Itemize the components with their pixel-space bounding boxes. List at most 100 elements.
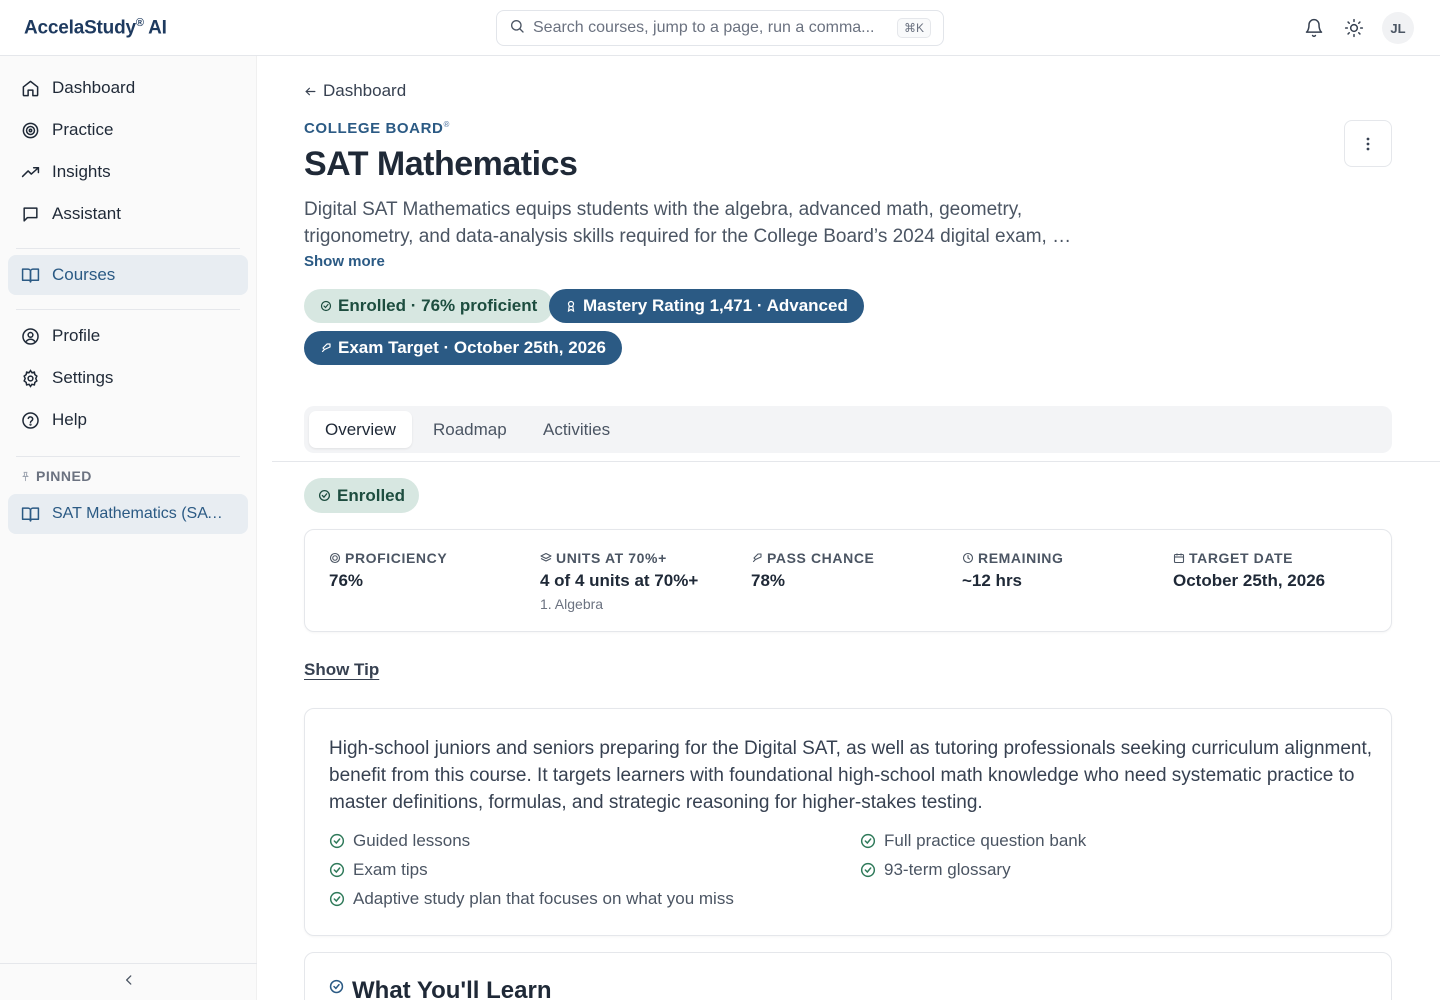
provider-mark: ®: [443, 120, 450, 129]
sidebar-collapse-button[interactable]: [0, 963, 257, 1000]
feature-label: Full practice question bank: [884, 831, 1087, 850]
enrollment-status-badge: Enrolled: [304, 478, 420, 513]
section-title: What You'll Learn: [329, 977, 552, 1000]
help-icon: [20, 410, 40, 430]
sidebar-item-label: Practice: [52, 120, 114, 139]
exam-target-badge: Exam Target · October 25th, 2026: [304, 331, 623, 365]
breadcrumb-back-link[interactable]: Dashboard: [304, 81, 406, 101]
sidebar-divider: [16, 456, 240, 457]
top-bar: AccelaStudy® AI Search courses, jump to …: [0, 0, 1440, 56]
sidebar-item-help[interactable]: Help: [8, 400, 248, 440]
stat-value: October 25th, 2026: [1173, 571, 1326, 590]
arrow-left-icon: [304, 85, 323, 98]
check-circle-icon: [329, 833, 345, 849]
feature-label: 93-term glossary: [884, 860, 1011, 879]
feature-label: Guided lessons: [353, 831, 471, 850]
search-input[interactable]: Search courses, jump to a page, run a co…: [533, 19, 893, 37]
calendar-icon: [1173, 552, 1185, 564]
avatar[interactable]: JL: [1382, 12, 1414, 44]
stat-label: TARGET DATE: [1189, 550, 1294, 566]
check-circle-icon: [329, 891, 345, 907]
sidebar-item-label: Courses: [52, 265, 116, 284]
stat-target-date: TARGET DATE October 25th, 2026: [1173, 550, 1373, 591]
sidebar-divider: [16, 248, 240, 249]
pinned-section-label: PINNED: [20, 468, 92, 484]
rocket-icon: [751, 552, 763, 564]
stat-label: UNITS AT 70%+: [556, 550, 667, 566]
stat-label: REMAINING: [978, 550, 1064, 566]
brand-suffix: AI: [143, 17, 167, 39]
tabs-divider: [272, 461, 1440, 462]
sidebar-item-insights[interactable]: Insights: [8, 152, 248, 192]
tab-overview[interactable]: Overview: [309, 411, 412, 448]
status-label: Enrolled: [337, 485, 406, 505]
show-more-link[interactable]: Show more: [304, 253, 385, 270]
sidebar-item-profile[interactable]: Profile: [8, 316, 248, 356]
enrolled-proficiency-badge: Enrolled · 76% proficient: [304, 289, 554, 323]
gear-icon: [20, 368, 40, 388]
badge-label: Exam Target · October 25th, 2026: [338, 338, 607, 357]
feature-item: 93-term glossary: [860, 860, 1011, 880]
clock-icon: [962, 552, 974, 564]
audience-text: High-school juniors and seniors preparin…: [329, 738, 1373, 813]
chevron-left-icon: [122, 973, 136, 992]
sidebar-item-settings[interactable]: Settings: [8, 358, 248, 398]
sidebar-item-assistant[interactable]: Assistant: [8, 194, 248, 234]
provider-name: COLLEGE BOARD: [304, 120, 444, 137]
audience-card: High-school juniors and seniors preparin…: [304, 708, 1392, 936]
more-options-button[interactable]: [1344, 120, 1392, 167]
show-tip-link[interactable]: Show Tip: [304, 660, 379, 680]
sidebar-item-practice[interactable]: Practice: [8, 110, 248, 150]
stat-label: PROFICIENCY: [345, 550, 448, 566]
description-line: trigonometry, and data-analysis skills r…: [304, 226, 1074, 247]
check-circle-icon: [860, 862, 876, 878]
sidebar-item-courses[interactable]: Courses: [8, 255, 248, 295]
rocket-icon: [320, 342, 332, 354]
chat-icon: [20, 204, 40, 224]
sun-icon[interactable]: [1342, 16, 1366, 40]
sidebar: Dashboard Practice Insights Assistant Co…: [0, 56, 257, 1000]
stat-value: 4 of 4 units at 70%+: [540, 571, 699, 590]
course-description: Digital SAT Mathematics equips students …: [304, 196, 1074, 250]
breadcrumb-label: Dashboard: [323, 81, 407, 100]
layers-icon: [540, 552, 552, 564]
tab-roadmap[interactable]: Roadmap: [417, 411, 523, 448]
stat-value: ~12 hrs: [962, 571, 1023, 590]
tab-activities[interactable]: Activities: [527, 411, 626, 448]
course-tabs: Overview Roadmap Activities: [304, 406, 1392, 453]
feature-item: Guided lessons: [329, 831, 470, 851]
stat-pass-chance: PASS CHANCE 78%: [751, 550, 951, 591]
stat-remaining: REMAINING ~12 hrs: [962, 550, 1162, 591]
page-title: SAT Mathematics: [304, 145, 578, 183]
search-bar[interactable]: Search courses, jump to a page, run a co…: [496, 10, 944, 46]
feature-item: Full practice question bank: [860, 831, 1086, 851]
mastery-rating-badge: Mastery Rating 1,471 · Advanced: [549, 289, 864, 323]
check-badge-icon: [320, 300, 332, 312]
brand-logo[interactable]: AccelaStudy® AI: [24, 17, 167, 39]
sidebar-item-label: Insights: [52, 162, 111, 181]
bell-icon[interactable]: [1302, 16, 1326, 40]
feature-item: Adaptive study plan that focuses on what…: [329, 889, 734, 909]
sidebar-pinned-sat-mathematics[interactable]: SAT Mathematics (SAT Math): [8, 494, 248, 534]
feature-item: Exam tips: [329, 860, 428, 880]
description-line: Digital SAT Mathematics equips students …: [304, 199, 1023, 220]
section-title-text: What You'll Learn: [352, 977, 552, 1000]
sidebar-item-label: Settings: [52, 368, 114, 387]
sidebar-item-label: Help: [52, 410, 87, 429]
check-circle-icon: [860, 833, 876, 849]
sidebar-item-dashboard[interactable]: Dashboard: [8, 68, 248, 108]
course-provider: COLLEGE BOARD®: [304, 120, 450, 137]
trend-icon: [20, 162, 40, 182]
stat-label: PASS CHANCE: [767, 550, 875, 566]
stat-proficiency: PROFICIENCY 76%: [329, 550, 529, 591]
search-icon: [509, 18, 525, 39]
what-you-learn-card: What You'll Learn: [304, 952, 1392, 1000]
award-icon: [565, 300, 577, 312]
brand-name: AccelaStudy: [24, 17, 136, 39]
check-circle-icon: [329, 862, 345, 878]
check-badge-icon: [318, 489, 331, 502]
brand-mark: ®: [135, 17, 144, 29]
feature-label: Adaptive study plan that focuses on what…: [353, 889, 734, 908]
book-icon: [20, 265, 40, 285]
stat-value: 76%: [329, 571, 364, 590]
